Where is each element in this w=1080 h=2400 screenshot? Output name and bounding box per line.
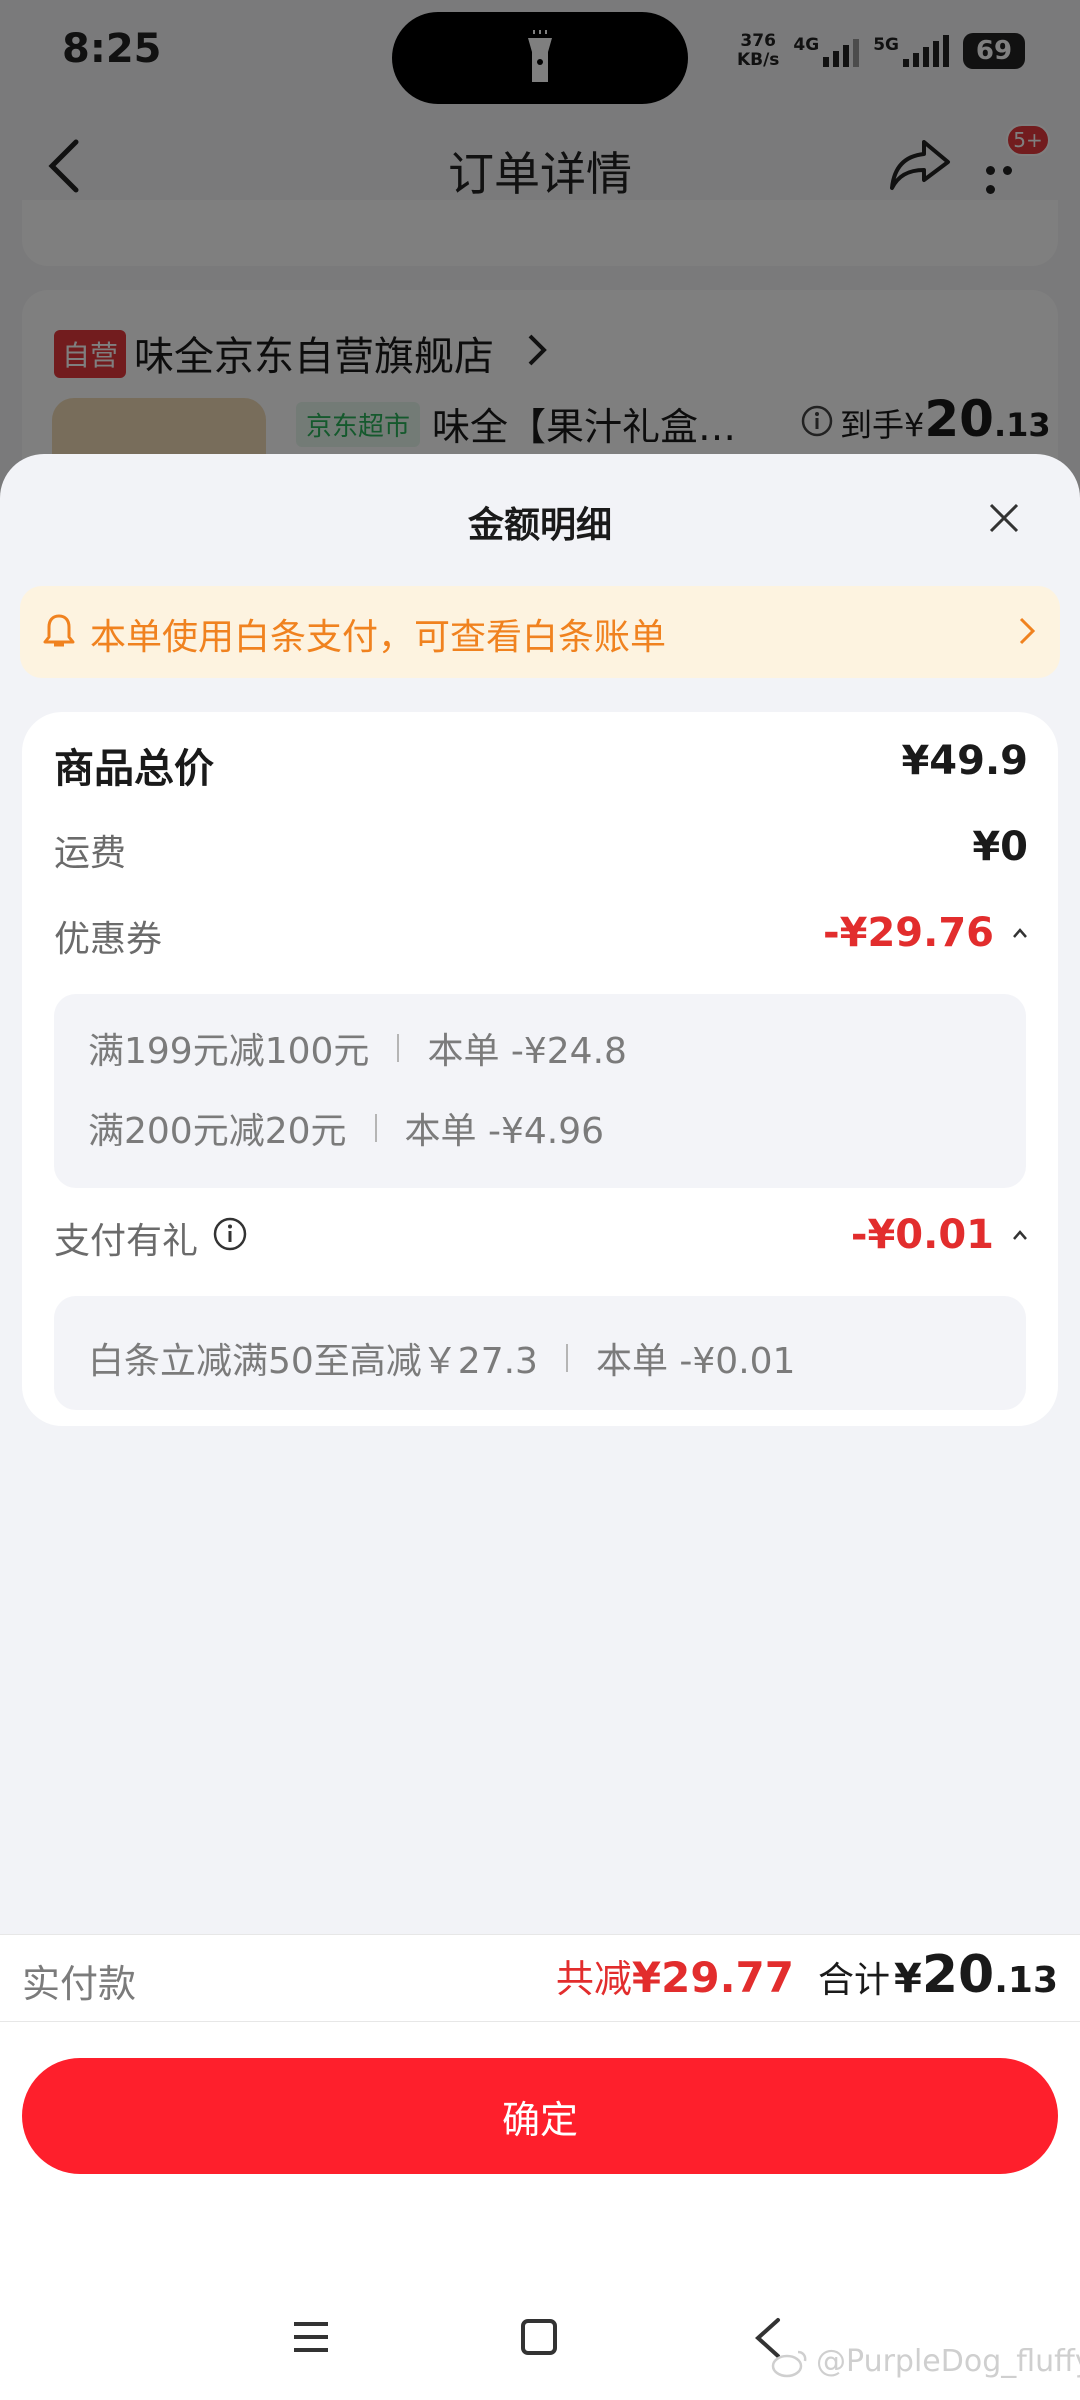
grand-total-decimal: .13 [994,1960,1058,2001]
total-price-label: 商品总价 [54,746,214,792]
amount-card: 商品总价 ¥49.9 运费 ¥0 优惠券 -¥29.76 满199元减100元本… [22,712,1058,1426]
gift-detail-box: 白条立减满50至高减￥27.3 本单 -¥0.01 [54,1296,1026,1410]
payment-gift-value[interactable]: -¥0.01 [851,1212,994,1258]
total-discount-label: 共减 [555,1957,632,2001]
payment-summary-bar: 实付款 共减 ¥29.77 合计 ¥ 20 .13 [0,1934,1080,2022]
shipping-label: 运费 [54,833,127,874]
chevron-up-icon[interactable] [1012,928,1028,938]
grand-total-integer: 20 [921,1945,995,2005]
weibo-watermark: @PurpleDog_fluffy [770,2344,1080,2379]
bottom-area: 确定 @PurpleDog_fluffy [0,2022,1080,2400]
info-icon[interactable] [212,1216,248,1252]
shipping-value: ¥0 [972,824,1028,870]
notice-text: 本单使用白条支付，可查看白条账单 [90,617,667,658]
total-discount-value: ¥29.77 [631,1953,794,2002]
gift-detail-row: 白条立减满50至高减￥27.3 本单 -¥0.01 [88,1341,796,1382]
confirm-button[interactable]: 确定 [22,2058,1058,2174]
chevron-up-icon[interactable] [1012,1230,1028,1240]
total-price-value: ¥49.9 [901,738,1028,784]
actual-payment-label: 实付款 [22,1962,137,2006]
payment-gift-label[interactable]: 支付有礼 [54,1212,198,1264]
weibo-logo-icon [771,2350,807,2377]
sheet-title: 金额明细 [467,505,612,546]
modal-overlay[interactable] [0,0,1080,500]
menu-icon[interactable] [292,2320,330,2354]
close-icon[interactable] [988,502,1020,534]
baitiao-notice[interactable]: 本单使用白条支付，可查看白条账单 [20,586,1060,678]
grand-total-currency: ¥ [894,1956,922,2002]
grand-total-label: 合计 [817,1960,890,2001]
coupon-detail-box: 满199元减100元 本单 -¥24.8 满200元减20元 本单 -¥4.96 [54,994,1026,1188]
coupon-detail-row: 满199元减100元 本单 -¥24.8 [88,1031,627,1072]
order-detail-page: 8:25 376 KB/s 4G 5G 69 [0,0,1080,550]
home-icon[interactable] [520,2318,558,2356]
coupon-detail-row: 满200元减20元 本单 -¥4.96 [88,1111,605,1152]
bell-icon [43,614,75,647]
coupon-value[interactable]: -¥29.76 [823,910,994,956]
coupon-label[interactable]: 优惠券 [54,910,162,962]
payment-total: 共减 ¥29.77 合计 ¥ 20 .13 [556,1945,1058,2005]
chevron-right-icon [1019,617,1036,645]
